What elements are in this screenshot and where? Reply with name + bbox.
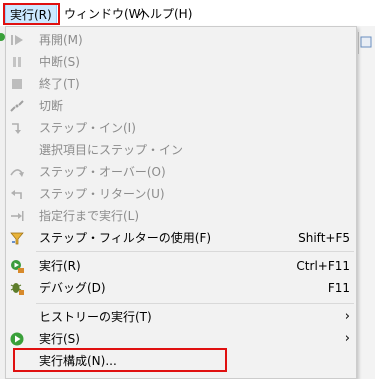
menu-item-run-history[interactable]: ヒストリーの実行(T) › bbox=[6, 306, 356, 328]
toolbar-icon-fragment bbox=[0, 31, 5, 43]
menu-item-label: 実行(S) bbox=[39, 332, 80, 346]
menu-item-run-as[interactable]: 実行(S) › bbox=[6, 328, 356, 350]
menu-item-label: ステップ・リターン(U) bbox=[39, 187, 165, 201]
menubar-run[interactable]: 実行(R) bbox=[5, 4, 57, 24]
run-as-icon bbox=[9, 331, 25, 347]
menu-item-terminate[interactable]: 終了(T) bbox=[6, 73, 356, 95]
menu-item-disconnect[interactable]: 切断 bbox=[6, 95, 356, 117]
disconnect-icon bbox=[9, 98, 25, 114]
menu-item-label: 選択項目にステップ・イン bbox=[39, 143, 184, 157]
run-menu-dropdown: 再開(M) 中断(S) 終了(T) 切断 ステップ・イン(I) 選択項目にステッ… bbox=[5, 26, 357, 379]
menu-item-resume[interactable]: 再開(M) bbox=[6, 29, 356, 51]
debug-icon bbox=[9, 280, 25, 296]
menu-item-label: ステップ・イン(I) bbox=[39, 121, 136, 135]
menubar-help[interactable]: ヘルプ(H) bbox=[134, 4, 196, 24]
menu-item-label: デバッグ(D) bbox=[39, 281, 106, 295]
menu-item-label: ステップ・フィルターの使用(F) bbox=[39, 231, 212, 245]
menu-item-label: ヒストリーの実行(T) bbox=[39, 310, 152, 324]
submenu-arrow-icon: › bbox=[344, 331, 350, 346]
menu-separator bbox=[36, 303, 354, 304]
menu-item-suspend[interactable]: 中断(S) bbox=[6, 51, 356, 73]
menu-item-label: 再開(M) bbox=[39, 33, 83, 47]
run-to-line-icon bbox=[9, 208, 25, 224]
menu-item-shortcut: Shift+F5 bbox=[298, 231, 350, 245]
toolbar-fragment bbox=[356, 26, 375, 379]
menu-item-label: 中断(S) bbox=[39, 55, 80, 69]
run-icon bbox=[9, 258, 25, 274]
menu-item-shortcut: Ctrl+F11 bbox=[296, 259, 350, 273]
step-return-icon bbox=[9, 186, 25, 202]
menu-item-label: 実行構成(N)... bbox=[39, 354, 117, 368]
menu-item-label: 終了(T) bbox=[39, 77, 80, 91]
step-filter-icon bbox=[9, 230, 25, 246]
suspend-icon bbox=[9, 54, 25, 70]
step-over-icon bbox=[9, 164, 25, 180]
toolbar-divider bbox=[358, 32, 359, 54]
submenu-arrow-icon: › bbox=[344, 309, 350, 324]
terminate-icon bbox=[9, 76, 25, 92]
menu-item-label: 切断 bbox=[39, 99, 64, 113]
menu-item-shortcut: F11 bbox=[327, 281, 350, 295]
menu-item-label: 指定行まで実行(L) bbox=[39, 209, 140, 223]
menu-item-use-step-filters[interactable]: ステップ・フィルターの使用(F) Shift+F5 bbox=[6, 227, 356, 249]
resume-icon bbox=[9, 32, 25, 48]
menu-item-label: 実行(R) bbox=[39, 259, 81, 273]
menu-item-label: ステップ・オーバー(O) bbox=[39, 165, 166, 179]
menu-separator bbox=[36, 251, 354, 252]
menu-item-run-configurations[interactable]: 実行構成(N)... bbox=[6, 350, 356, 372]
menu-item-step-over[interactable]: ステップ・オーバー(O) bbox=[6, 161, 356, 183]
menu-item-step-into-selection[interactable]: 選択項目にステップ・イン bbox=[6, 139, 356, 161]
toolbar-icon[interactable] bbox=[360, 36, 372, 48]
menu-item-run[interactable]: 実行(R) Ctrl+F11 bbox=[6, 255, 356, 277]
menu-item-step-into[interactable]: ステップ・イン(I) bbox=[6, 117, 356, 139]
menu-bar: 実行(R) ウィンドウ(W) ヘルプ(H) bbox=[0, 0, 375, 26]
step-into-icon bbox=[9, 120, 25, 136]
menu-item-step-return[interactable]: ステップ・リターン(U) bbox=[6, 183, 356, 205]
menu-item-debug[interactable]: デバッグ(D) F11 bbox=[6, 277, 356, 299]
menu-item-run-to-line[interactable]: 指定行まで実行(L) bbox=[6, 205, 356, 227]
